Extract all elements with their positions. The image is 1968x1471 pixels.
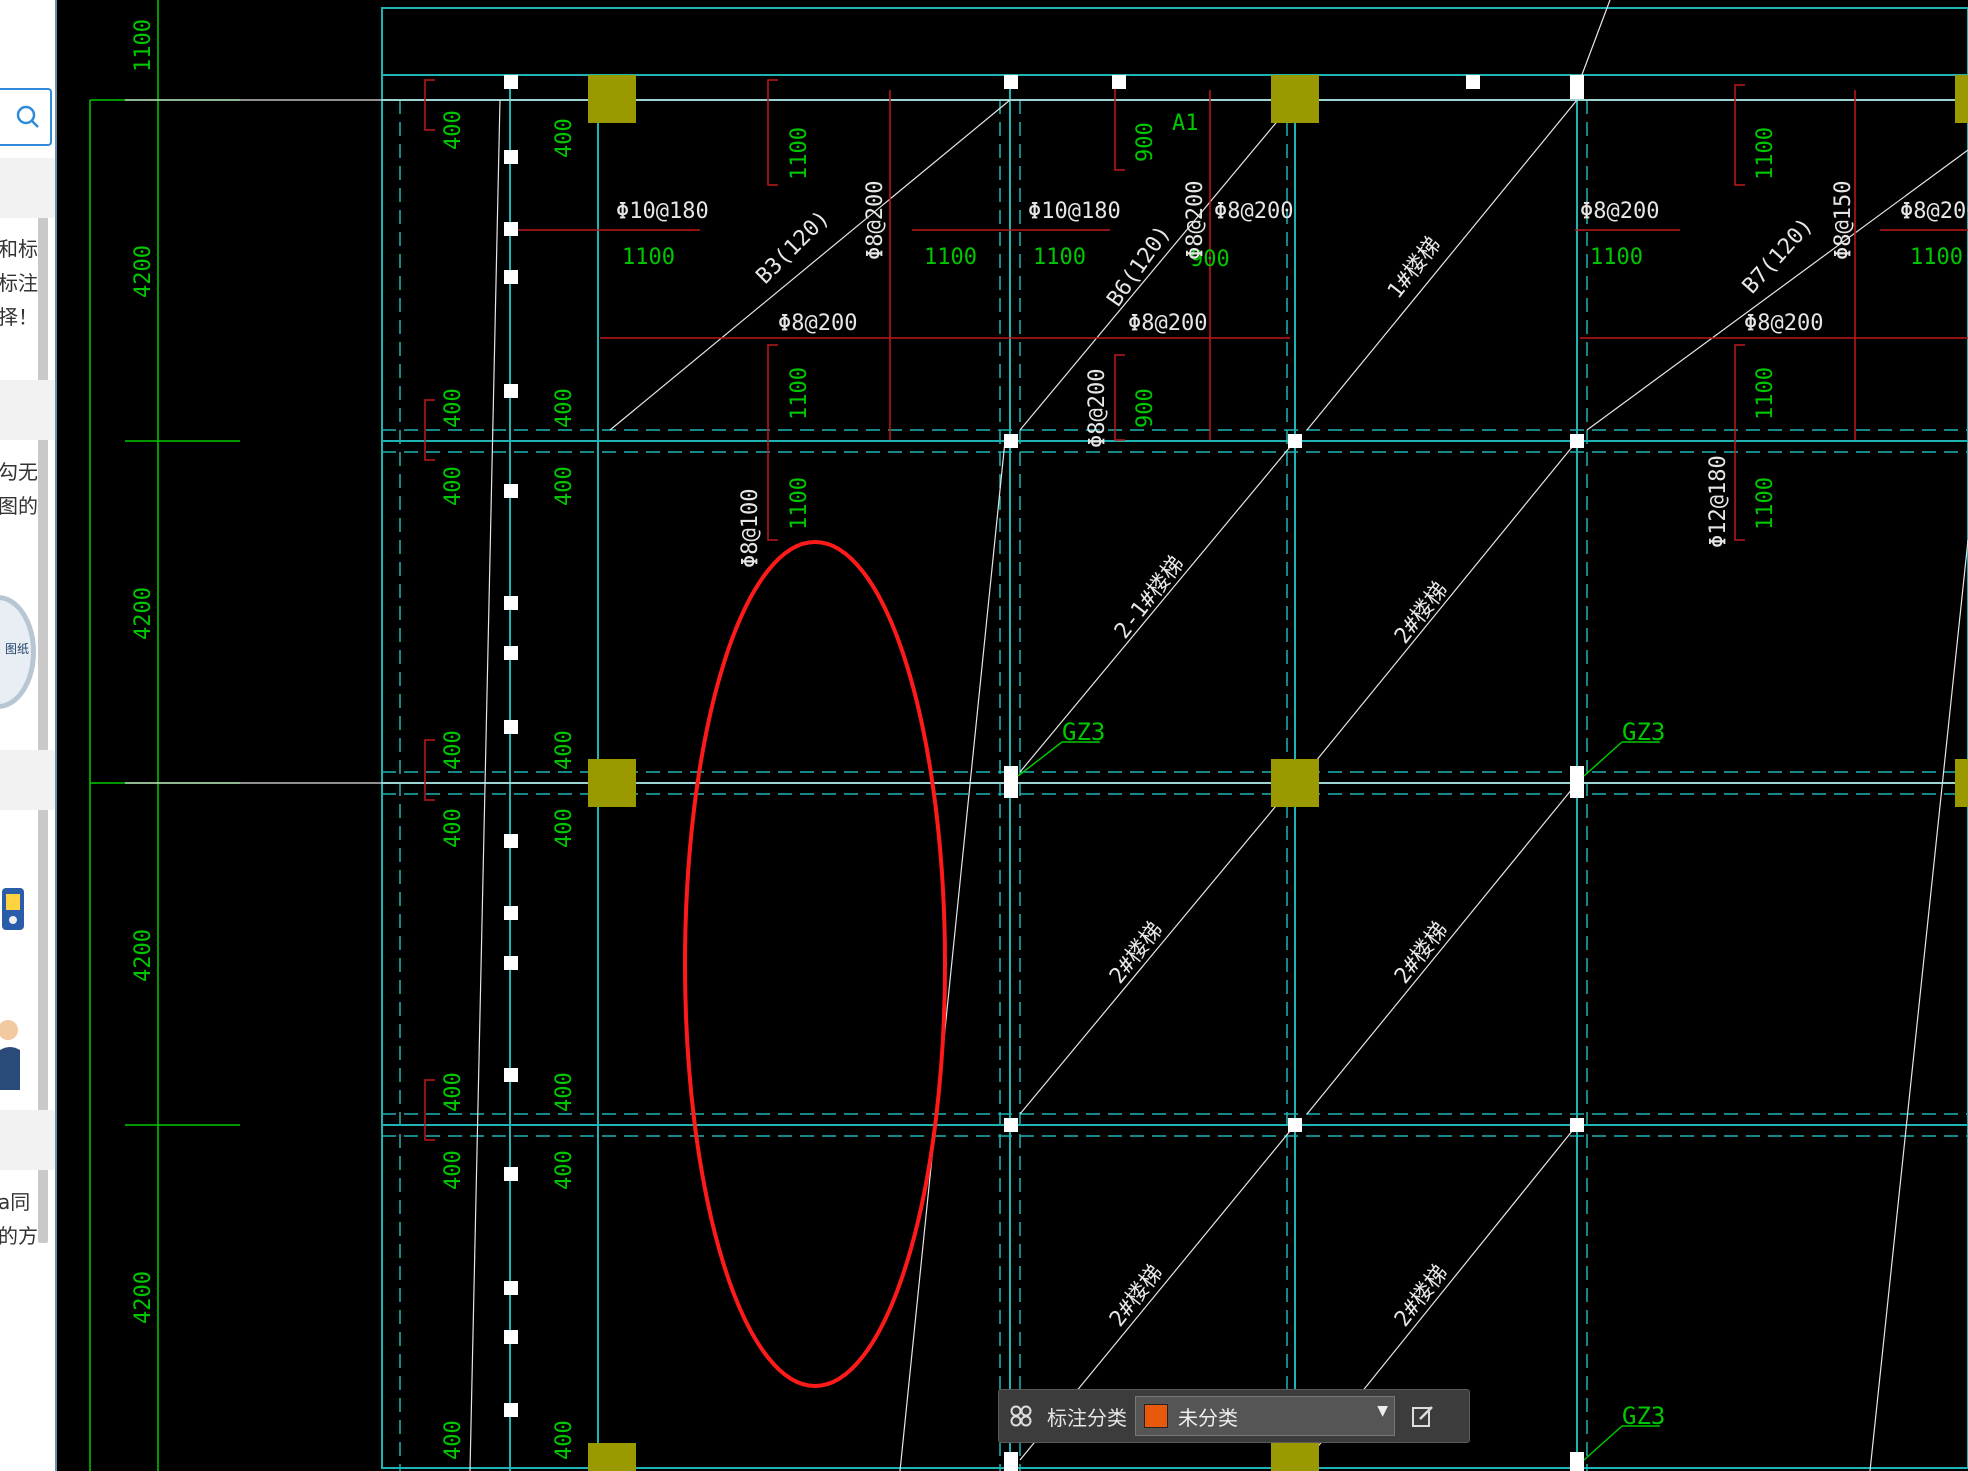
- length-label: 400: [552, 1150, 577, 1190]
- column-tags: GZ3 GZ3 GZ3: [1017, 718, 1665, 1461]
- length-label: 1100: [1910, 245, 1963, 270]
- length-label: 400: [441, 1420, 466, 1460]
- stair-label: 1#楼梯: [1383, 233, 1446, 304]
- length-label: 1100: [1753, 127, 1778, 180]
- panel-text-1: 和标: [0, 237, 38, 261]
- stair-label: 2#楼梯: [1390, 1261, 1453, 1332]
- panel-text-4: 勾无: [0, 460, 38, 484]
- length-label: 400: [441, 1150, 466, 1190]
- category-color-swatch: [1144, 1404, 1168, 1428]
- chevron-down-icon[interactable]: ▼: [1377, 1403, 1388, 1419]
- grid-lines: [381, 7, 1968, 1471]
- rebar-label: Φ8@200: [1128, 311, 1207, 336]
- toolbar-label: 标注分类: [1047, 1405, 1127, 1430]
- drawing-badge-button[interactable]: 图纸: [0, 595, 36, 709]
- red-annotation-ellipse[interactable]: [683, 540, 947, 1388]
- length-label: 400: [552, 118, 577, 158]
- length-label: 900: [1133, 122, 1158, 162]
- person-icon: [0, 1020, 20, 1090]
- panel-text-6: a同: [0, 1190, 31, 1214]
- length-label: 1100: [787, 127, 812, 180]
- panel-section: [0, 158, 55, 218]
- dimension-lines: [89, 0, 240, 1471]
- length-label: 1100: [1033, 245, 1086, 270]
- annotation-toolbar: 标注分类 未分类 ▼: [998, 1389, 1470, 1443]
- length-label: 1100: [787, 367, 812, 420]
- dim-label: 4200: [131, 245, 156, 298]
- dimension-texts: 1100 4200 4200 4200 4200: [131, 19, 156, 1324]
- stair-label: 2#楼梯: [1390, 578, 1453, 649]
- device-icon: [2, 888, 24, 930]
- length-label: 1100: [1590, 245, 1643, 270]
- rebar-label: Φ8@200: [1085, 369, 1110, 448]
- length-label: 900: [1133, 388, 1158, 428]
- rebar-label: Φ8@200: [1744, 311, 1823, 336]
- edit-icon[interactable]: [1401, 1394, 1445, 1438]
- node-markers: [504, 75, 1584, 1471]
- panel-text-2: 标注: [0, 271, 38, 295]
- length-label: 1100: [924, 245, 977, 270]
- length-label: 400: [552, 808, 577, 848]
- cad-canvas[interactable]: 1100 4200 4200 4200 4200 1100 1100 1100 …: [57, 0, 1968, 1471]
- stair-label: 2#楼梯: [1105, 1261, 1168, 1332]
- panel-section: [0, 750, 55, 810]
- rebar-label: Φ10@180: [616, 199, 709, 224]
- slab-label: B3(120): [752, 206, 835, 289]
- length-label: 400: [441, 1072, 466, 1112]
- stair-label: 2#楼梯: [1105, 918, 1168, 989]
- length-label: 400: [441, 110, 466, 150]
- length-label: 400: [441, 808, 466, 848]
- length-label: 1100: [1753, 477, 1778, 530]
- rebar-label: Φ8@200: [1214, 199, 1293, 224]
- search-box[interactable]: [0, 88, 52, 146]
- length-label: 400: [441, 388, 466, 428]
- dim-label: 4200: [131, 587, 156, 640]
- rebar-label: Φ8@200: [863, 181, 888, 260]
- length-label: 400: [441, 466, 466, 506]
- slab-label: B7(120): [1738, 213, 1819, 299]
- length-label: 1100: [622, 245, 675, 270]
- panel-section: [0, 1110, 55, 1170]
- panel-section: [0, 380, 55, 440]
- rebar-label: Φ8@200: [1183, 181, 1208, 260]
- panel-text-7: 的方: [0, 1224, 38, 1248]
- rebar-label: Φ12@180: [1706, 455, 1731, 548]
- slab-label: B6(120): [1102, 221, 1176, 311]
- rebar-label: Φ8@200: [1900, 199, 1968, 224]
- rebar-label: Φ8@200: [778, 311, 857, 336]
- length-label: 400: [552, 730, 577, 770]
- length-label: 400: [552, 1072, 577, 1112]
- dim-label: 4200: [131, 929, 156, 982]
- apps-grid-icon[interactable]: [999, 1390, 1043, 1442]
- panel-text-3: 择！: [0, 305, 38, 329]
- length-label: 400: [552, 1420, 577, 1460]
- category-select[interactable]: 未分类 ▼: [1135, 1396, 1395, 1436]
- badge-text: 图纸: [5, 642, 30, 656]
- stair-label: 2-1#楼梯: [1110, 552, 1189, 644]
- dim-label: 1100: [131, 19, 156, 72]
- left-panel: 和标 标注 择！ 勾无 图的 图纸 a同 的方: [0, 0, 57, 1471]
- category-value: 未分类: [1178, 1405, 1238, 1430]
- rebar-label: Φ10@180: [1028, 199, 1121, 224]
- panel-text-5: 图的: [0, 494, 38, 518]
- stair-label: 2#楼梯: [1390, 918, 1453, 989]
- rebar-label: Φ8@150: [1831, 181, 1856, 260]
- length-label: 1100: [1753, 367, 1778, 420]
- panel-scrollbar[interactable]: [38, 158, 48, 1243]
- axis-mark: A1: [1172, 111, 1199, 136]
- rebar-texts: Φ10@180 Φ10@180 Φ8@200 Φ8@200 Φ8@200 Φ8@…: [616, 181, 1968, 1332]
- rebar-label: Φ8@200: [1580, 199, 1659, 224]
- length-label: 400: [552, 466, 577, 506]
- length-label: 400: [441, 730, 466, 770]
- length-label: 400: [552, 388, 577, 428]
- dim-label: 4200: [131, 1271, 156, 1324]
- rebar-label: Φ8@100: [738, 489, 763, 568]
- search-icon[interactable]: [0, 90, 50, 144]
- length-label: 1100: [787, 477, 812, 530]
